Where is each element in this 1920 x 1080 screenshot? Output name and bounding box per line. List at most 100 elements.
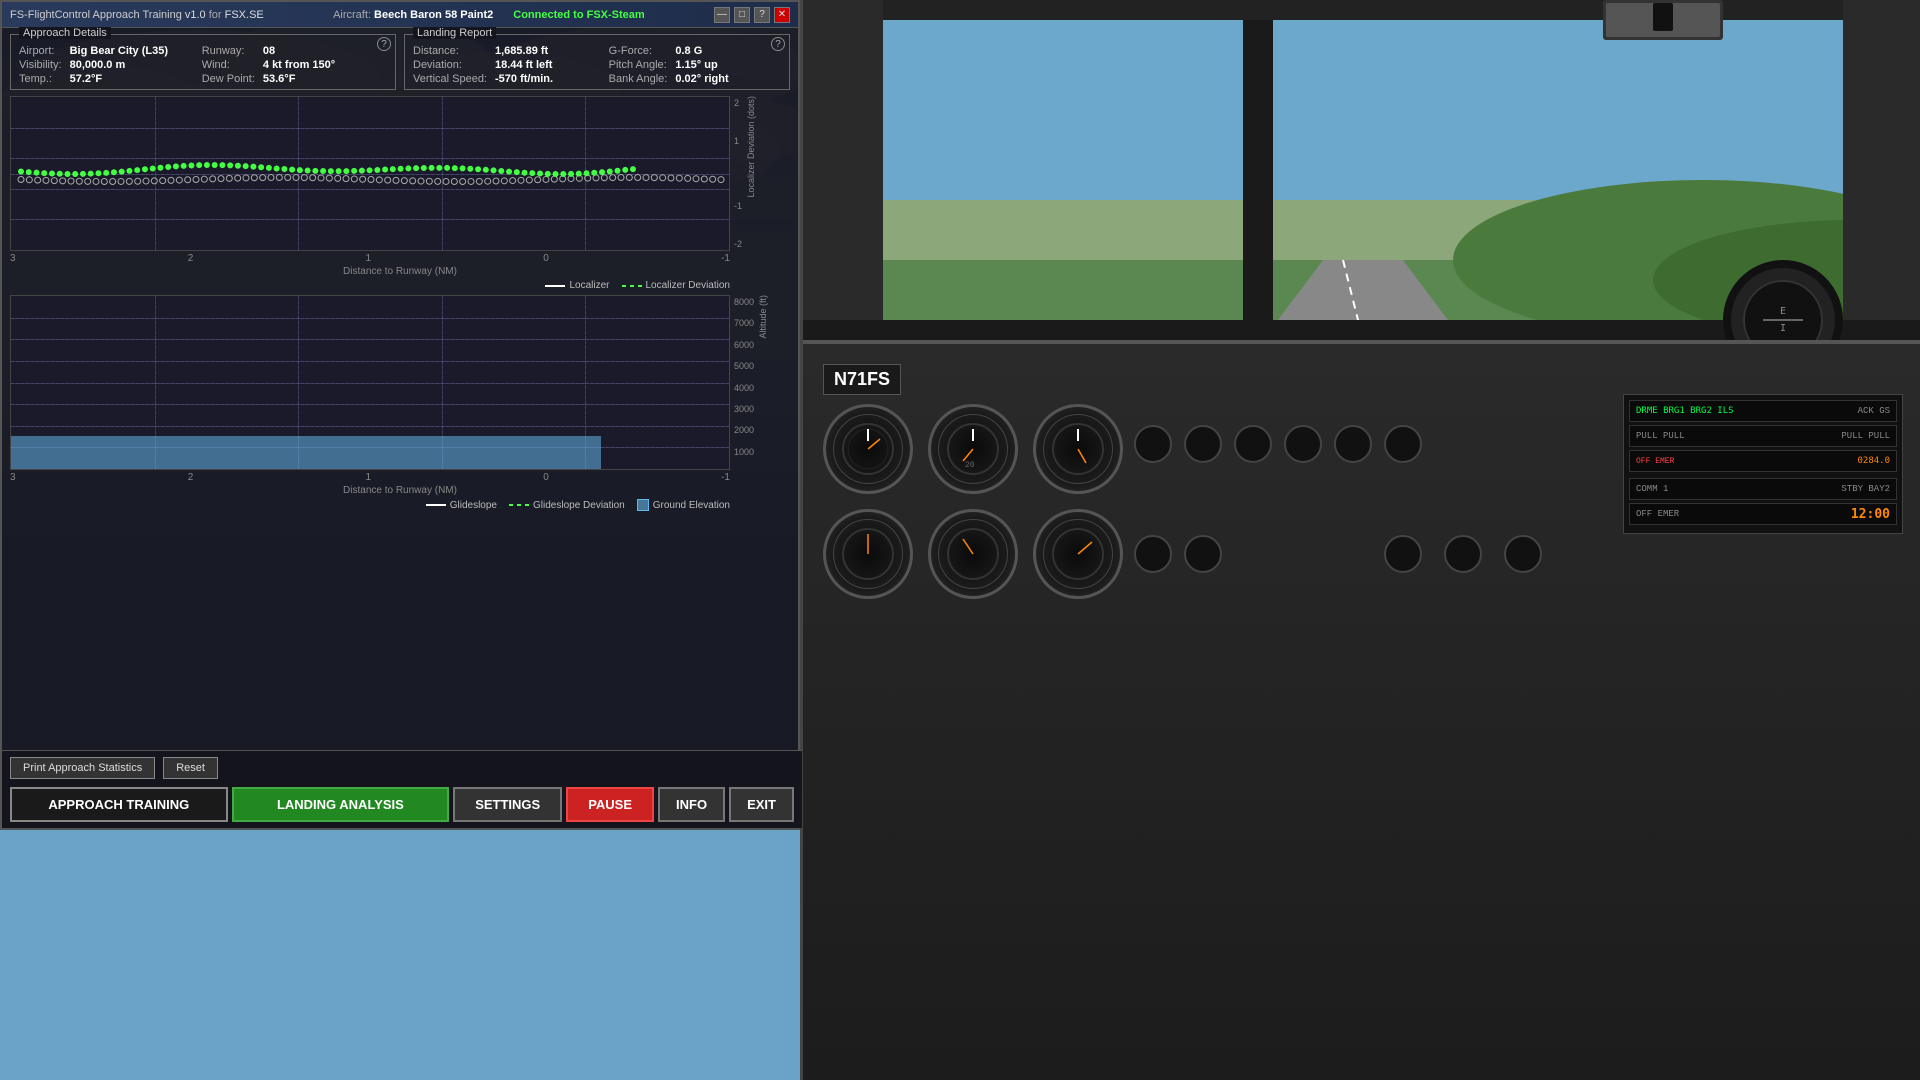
lower-legend-elev-swatch (637, 499, 649, 511)
lower-x-0: 0 (543, 472, 549, 483)
lower-legend-glide-line (426, 504, 446, 506)
pause-button[interactable]: PAUSE (566, 787, 654, 822)
gauge-inner-2: 20 (938, 414, 1008, 484)
green-dots-group (18, 162, 636, 177)
dew-label: Dew Point: (202, 73, 255, 85)
radio-row-2: PULL PULL PULL PULL (1629, 425, 1897, 447)
cockpit-sky: E I (803, 0, 1920, 340)
maximize-btn[interactable]: □ (734, 7, 750, 23)
lower-legend-elev-label: Ground Elevation (653, 500, 730, 511)
y-tick-n2: -2 (734, 239, 742, 249)
landing-report-title: Landing Report (413, 27, 496, 39)
gauge-dial-5 (943, 524, 1003, 584)
minimize-btn[interactable]: — (714, 7, 730, 23)
gauge-inner-5 (938, 519, 1008, 589)
connection-status: Connected to FSX-Steam (513, 9, 644, 21)
info-button[interactable]: INFO (658, 787, 725, 822)
gauge-dial-1 (838, 419, 898, 479)
landing-detail-grid: Distance: 1,685.89 ft G-Force: 0.8 G Dev… (413, 45, 781, 85)
upper-y-label: Localizer Deviation (dots) (746, 96, 756, 198)
dew-value: 53.6°F (263, 73, 387, 85)
vis-value: 80,000.0 m (70, 59, 194, 71)
y-tick-n1: -1 (734, 201, 742, 211)
gforce-value: 0.8 G (675, 45, 781, 57)
radio-row-3: OFF EMER 0284.0 (1629, 450, 1897, 472)
lower-y-2000: 2000 (734, 425, 754, 435)
details-row: Approach Details ? Airport: Big Bear Cit… (10, 34, 790, 90)
btn-row-1: Print Approach Statistics Reset (2, 751, 802, 783)
lower-y-axis: 8000 7000 6000 5000 4000 3000 2000 1000 (734, 295, 754, 470)
btn-row-2: APPROACH TRAINING LANDING ANALYSIS SETTI… (2, 783, 802, 828)
wind-value: 4 kt from 150° (263, 59, 387, 71)
upper-chart-wrapper: 2 1 -1 -2 Localizer Deviation (dots) 3 2… (10, 96, 790, 291)
pitch-value: 1.15° up (675, 59, 781, 71)
exit-button[interactable]: EXIT (729, 787, 794, 822)
lower-legend: Glideslope Glideslope Deviation Ground E… (10, 499, 730, 511)
pitch-label: Pitch Angle: (609, 59, 668, 71)
lower-y-4000: 4000 (734, 383, 754, 393)
aircraft-id-label: N71FS (823, 364, 901, 395)
lower-legend-dev-line (509, 504, 529, 506)
lower-x-1: 1 (366, 472, 372, 483)
temp-label: Temp.: (19, 73, 62, 85)
gauges-row-1: 20 (823, 404, 1123, 494)
approach-help-icon[interactable]: ? (377, 37, 391, 51)
aircraft-label: Aircraft: Beech Baron 58 Paint2 (333, 9, 493, 21)
upper-chart-outer: 2 1 -1 -2 Localizer Deviation (dots) (10, 96, 790, 251)
upper-x-title: Distance to Runway (NM) (10, 266, 790, 277)
lower-x-title: Distance to Runway (NM) (10, 485, 790, 496)
bottom-controls: Print Approach Statistics Reset APPROACH… (2, 750, 802, 828)
lower-legend-dev-label: Glideslope Deviation (533, 500, 625, 511)
time-display: 12:00 (1851, 507, 1890, 522)
approach-training-button[interactable]: APPROACH TRAINING (10, 787, 228, 822)
instrument-display: E I (1743, 280, 1823, 340)
runway-value: 08 (263, 45, 387, 57)
gauge-4 (823, 509, 913, 599)
gauge-dial-2: 20 (943, 419, 1003, 479)
sim-name: FSX.SE (225, 9, 264, 21)
lower-x-n1: -1 (721, 472, 730, 483)
close-btn[interactable]: ✕ (774, 7, 790, 23)
lower-legend-dev: Glideslope Deviation (509, 500, 625, 511)
title-bar: FS-FlightControl Approach Training v1.0 … (2, 2, 798, 28)
lower-y-6000: 6000 (734, 340, 754, 350)
x-tick-2: 2 (188, 253, 194, 264)
y-tick-2: 2 (734, 98, 742, 108)
instrument-panel: N71FS (803, 340, 1920, 1080)
lower-y-7000: 7000 (734, 318, 754, 328)
dev-value: 18.44 ft left (495, 59, 601, 71)
landing-analysis-button[interactable]: LANDING ANALYSIS (232, 787, 450, 822)
overlay-panel: FS-FlightControl Approach Training v1.0 … (0, 0, 800, 830)
radio-row-1: DRME BRG1 BRG2 ILS ACK GS (1629, 400, 1897, 422)
landing-report-box: Landing Report ? Distance: 1,685.89 ft G… (404, 34, 790, 90)
lower-x-3: 3 (10, 472, 16, 483)
print-stats-button[interactable]: Print Approach Statistics (10, 757, 155, 779)
aircraft-name-text: Beech Baron 58 Paint2 (374, 9, 493, 21)
legend-deviation: Localizer Deviation (622, 280, 731, 291)
gauge-dial-4 (838, 524, 898, 584)
help-btn[interactable]: ? (754, 7, 770, 23)
x-tick-1: 1 (366, 253, 372, 264)
landing-help-icon[interactable]: ? (771, 37, 785, 51)
app-name: FS-FlightControl Approach Training (10, 9, 182, 21)
dev-label: Deviation: (413, 59, 487, 71)
svg-text:20: 20 (965, 461, 975, 470)
radio-row-5: OFF EMER 12:00 (1629, 503, 1897, 525)
app-version-text: v1.0 (185, 9, 206, 21)
lower-chart (10, 295, 730, 470)
title-controls: — □ ? ✕ (714, 7, 790, 23)
approach-details-box: Approach Details ? Airport: Big Bear Cit… (10, 34, 396, 90)
temp-value: 57.2°F (70, 73, 194, 85)
vspd-value: -570 ft/min. (495, 73, 601, 85)
x-tick-0: 0 (543, 253, 549, 264)
dist-label: Distance: (413, 45, 487, 57)
gauge-2: 20 (928, 404, 1018, 494)
title-text: FS-FlightControl Approach Training v1.0 … (10, 9, 264, 21)
reset-button[interactable]: Reset (163, 757, 218, 779)
airport-label: Airport: (19, 45, 62, 57)
lower-legend-glide-label: Glideslope (450, 500, 497, 511)
settings-button[interactable]: SETTINGS (453, 787, 562, 822)
upper-chart-svg (11, 97, 730, 251)
legend-localizer: Localizer (545, 280, 609, 291)
radio-stack: DRME BRG1 BRG2 ILS ACK GS PULL PULL PULL… (1623, 394, 1903, 534)
